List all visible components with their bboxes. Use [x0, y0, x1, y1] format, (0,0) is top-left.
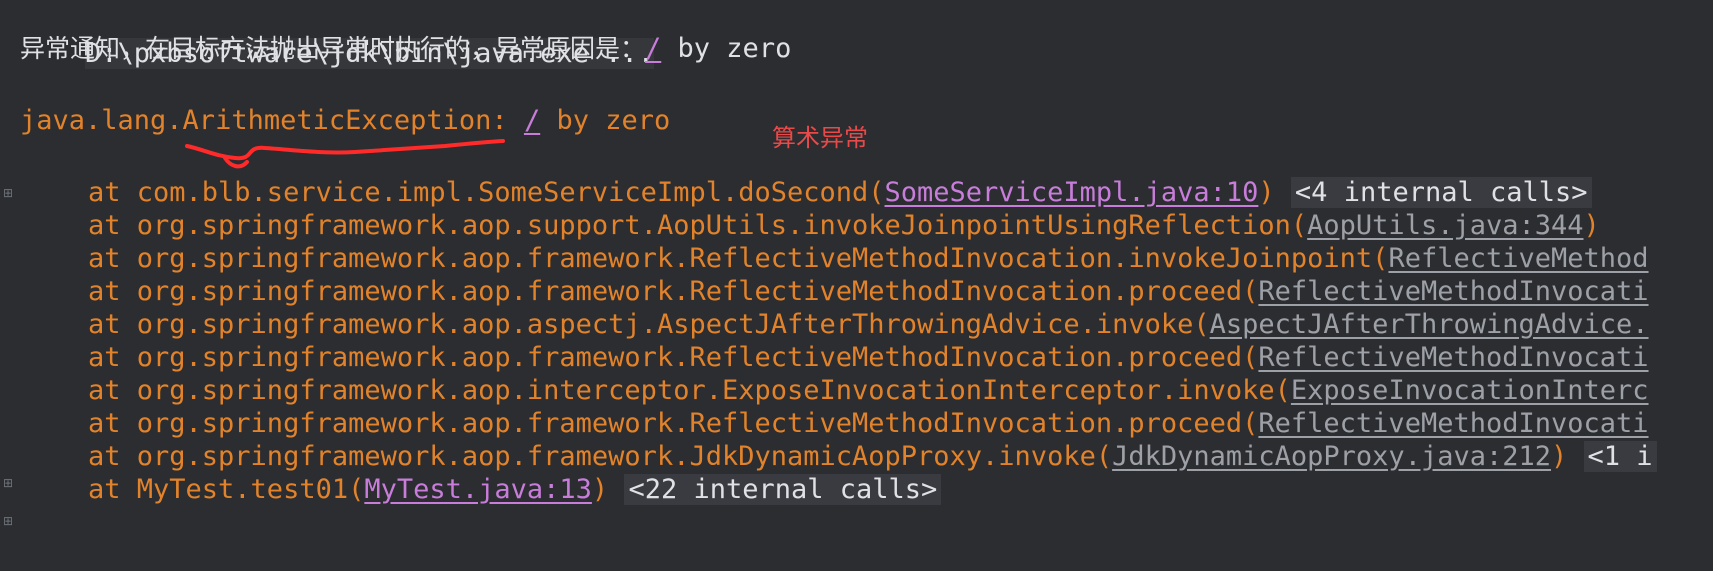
- stack-frame-method: at MyTest.test01(: [88, 474, 365, 505]
- annotation-label: 算术异常: [772, 124, 868, 152]
- stack-frame-close: ): [591, 474, 609, 505]
- stack-frame-line: at org.springframework.aop.support.AopUt…: [88, 208, 1600, 244]
- stack-frame-line: at org.springframework.aop.framework.Ref…: [88, 406, 1649, 442]
- stack-frame-line: at org.springframework.aop.framework.Ref…: [88, 340, 1649, 376]
- source-file-link[interactable]: ExposeInvocationInterc: [1291, 375, 1649, 406]
- stack-frame-method: at com.blb.service.impl.SomeServiceImpl.…: [88, 177, 885, 208]
- stack-frame-method: at org.springframework.aop.framework.Ref…: [88, 342, 1259, 373]
- notice-slash-link[interactable]: /: [645, 33, 661, 64]
- stack-frame-close: ): [1583, 210, 1600, 241]
- source-file-link[interactable]: MyTest.java:13: [364, 474, 592, 505]
- source-file-link[interactable]: AspectJAfterThrowingAdvice.: [1210, 309, 1649, 340]
- stack-frame-line: at com.blb.service.impl.SomeServiceImpl.…: [88, 175, 1592, 211]
- stack-frame-line: at org.springframework.aop.framework.Ref…: [88, 241, 1649, 277]
- fold-marker-icon[interactable]: ⊞: [3, 477, 15, 489]
- exception-line: java.lang.ArithmeticException: / by zero: [20, 103, 670, 139]
- exception-tail: by zero: [540, 105, 671, 136]
- stack-frame-method: at org.springframework.aop.framework.Jdk…: [88, 441, 1113, 472]
- internal-calls-fold[interactable]: <4 internal calls>: [1290, 177, 1592, 208]
- source-file-link[interactable]: AopUtils.java:344: [1307, 210, 1583, 241]
- source-file-link[interactable]: SomeServiceImpl.java:10: [885, 177, 1259, 208]
- stack-frame-close: ): [1258, 177, 1275, 208]
- exception-class: java.lang.ArithmeticException:: [20, 105, 508, 136]
- stack-frame-close: ): [1551, 441, 1568, 472]
- advice-notice-line: 异常通知，在目标方法抛出异常时执行的，异常原因是：/ by zero: [20, 31, 791, 67]
- source-file-link[interactable]: ReflectiveMethodInvocati: [1258, 342, 1648, 373]
- red-underline-annotation: [185, 139, 505, 169]
- internal-calls-fold[interactable]: <22 internal calls>: [624, 474, 942, 505]
- stack-frame-line: at org.springframework.aop.interceptor.E…: [88, 373, 1649, 409]
- source-file-link[interactable]: ReflectiveMethodInvocati: [1258, 276, 1648, 307]
- source-file-link[interactable]: ReflectiveMethodInvocati: [1258, 408, 1648, 439]
- source-file-link[interactable]: JdkDynamicAopProxy.java:212: [1112, 441, 1551, 472]
- stack-frame-method: at org.springframework.aop.framework.Ref…: [88, 276, 1259, 307]
- stack-frame-line: at MyTest.test01(MyTest.java:13) <22 int…: [88, 472, 942, 508]
- notice-text: 异常通知，在目标方法抛出异常时执行的，异常原因是：: [20, 34, 646, 63]
- fold-marker-icon[interactable]: ⊞: [3, 515, 15, 527]
- fold-marker-icon[interactable]: ⊞: [3, 187, 15, 199]
- stack-frame-line: at org.springframework.aop.aspectj.Aspec…: [88, 307, 1649, 343]
- stack-frame-method: at org.springframework.aop.framework.Ref…: [88, 408, 1259, 439]
- exception-slash-link[interactable]: /: [524, 105, 540, 136]
- source-file-link[interactable]: ReflectiveMethod: [1388, 243, 1648, 274]
- stack-frame-method: at org.springframework.aop.aspectj.Aspec…: [88, 309, 1210, 340]
- notice-tail: by zero: [661, 33, 792, 64]
- stack-frame-method: at org.springframework.aop.support.AopUt…: [88, 210, 1308, 241]
- internal-calls-fold[interactable]: <1 i: [1583, 441, 1657, 472]
- stack-frame-line: at org.springframework.aop.framework.Jdk…: [88, 439, 1657, 475]
- run-console[interactable]: D:\pxbsoftware\jdk\bin\java.exe ... 异常通知…: [0, 0, 1713, 571]
- stack-frame-method: at org.springframework.aop.framework.Ref…: [88, 243, 1389, 274]
- stack-frame-line: at org.springframework.aop.framework.Ref…: [88, 274, 1649, 310]
- stack-frame-method: at org.springframework.aop.interceptor.E…: [88, 375, 1291, 406]
